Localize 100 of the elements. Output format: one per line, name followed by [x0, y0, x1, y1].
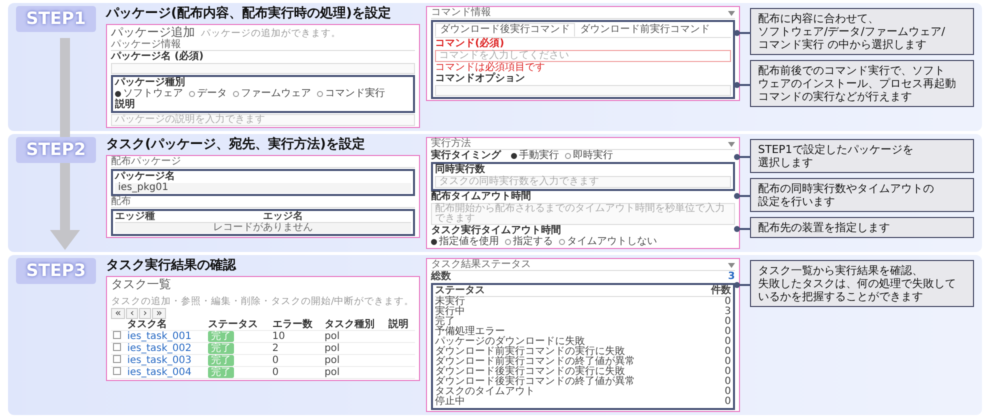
table-cell: 0	[724, 297, 731, 307]
table-cell: pol	[324, 330, 340, 342]
status-badge: 完了	[208, 342, 234, 354]
column-header: 説明	[386, 320, 415, 330]
field-label: 実行タイミング	[431, 151, 501, 161]
table-cell: 0	[724, 377, 731, 387]
table-cell: 0	[272, 354, 279, 366]
column-header: エッジ名	[263, 212, 304, 222]
step-title: パッケージ(配布内容、配布実行時の処理)を設定	[106, 6, 392, 22]
field-value: ies_pkg01	[115, 183, 411, 193]
table-cell: ダウンロード後実行コマンドの実行に失敗	[435, 367, 625, 377]
field-label: タスク実行タイムアウト時間	[431, 226, 562, 236]
field-label: 説明	[115, 100, 136, 110]
table-cell: 10	[272, 330, 285, 342]
field-label: パッケージ種別	[115, 78, 186, 88]
error-message: コマンドは必須項目です	[435, 63, 546, 73]
table-cell: pol	[324, 366, 340, 378]
pager-button[interactable]: »	[152, 308, 166, 319]
radio-option[interactable]: 指定値を使用	[431, 237, 499, 247]
table-cell: 0	[724, 317, 731, 327]
column-header: タスク種別	[322, 320, 386, 330]
page-subtitle: タスクの追加・参照・編集・削除・タスクの開始/中断ができます。	[111, 297, 414, 307]
table-cell: pol	[324, 342, 340, 354]
caret-icon[interactable]	[728, 142, 735, 146]
table-cell: 停止中	[435, 397, 465, 407]
radio-option[interactable]: 即時実行	[565, 151, 613, 161]
field-label: パッケージ名 (必須)	[111, 52, 205, 62]
column-header: エッジ種	[115, 212, 156, 222]
step-badge: STEP3	[16, 258, 96, 284]
checkbox[interactable]	[113, 367, 121, 375]
caret-icon[interactable]	[728, 262, 735, 268]
field-label: 配布タイムアウト時間	[431, 192, 532, 202]
table-cell: 0	[724, 387, 731, 397]
page-subtitle: パッケージの追加ができます。	[201, 29, 341, 39]
total-count: 3	[728, 272, 735, 282]
status-badge: 完了	[208, 366, 234, 378]
pager-button[interactable]: «	[111, 308, 126, 319]
table-cell: ダウンロード前実行コマンドの終了値が異常	[435, 357, 635, 367]
status-badge: 完了	[208, 330, 234, 342]
table-cell: タスクのタイムアウト	[435, 387, 535, 397]
table-cell: 0	[724, 347, 731, 357]
table-cell: pol	[324, 354, 340, 366]
page-title: パッケージ追加	[111, 26, 195, 39]
radio-option[interactable]: ファームウェア	[233, 89, 311, 99]
tab[interactable]: ダウンロード後実行コマンド	[435, 23, 575, 37]
step-title: タスク実行結果の確認	[106, 258, 238, 274]
table-cell: パッケージのダウンロードに失敗	[435, 337, 585, 347]
table-cell: 未実行	[435, 297, 465, 307]
panel-title: タスク結果ステータス	[431, 260, 531, 270]
panel-title: コマンド情報	[431, 8, 491, 18]
radio-option[interactable]: ソフトウェア	[115, 89, 183, 99]
table-cell: 0	[272, 366, 279, 378]
task-link[interactable]: ies_task_001	[127, 330, 192, 342]
table-cell: 予備処理エラー	[435, 327, 505, 337]
field-label: パッケージ名	[115, 172, 176, 182]
pager-button[interactable]: ›	[139, 308, 152, 319]
column-header: 件数	[711, 286, 731, 296]
column-header: エラー数	[270, 320, 322, 330]
table-cell: ダウンロード後実行コマンドの終了値が異常	[435, 377, 635, 387]
status-badge: 完了	[208, 354, 234, 366]
table-cell: 2	[272, 342, 279, 354]
input-field[interactable]	[111, 63, 415, 74]
table-cell: 完了	[435, 317, 455, 327]
radio-option[interactable]: データ	[189, 89, 227, 99]
step-badge: STEP1	[16, 6, 96, 32]
table-cell: 実行中	[435, 307, 465, 317]
section-title: 配布パッケージ	[111, 157, 415, 168]
table-cell: 0	[724, 357, 731, 367]
panel-title: 実行方法	[431, 139, 471, 149]
task-link[interactable]: ies_task_004	[127, 366, 192, 378]
table-cell: 0	[724, 337, 731, 347]
pager-button[interactable]: ‹	[126, 308, 138, 319]
step-title: タスク(パッケージ、宛先、実行方法)を設定	[106, 137, 366, 153]
column-header: ステータス	[435, 286, 485, 296]
field-label: 総数	[431, 272, 451, 282]
checkbox[interactable]	[113, 343, 121, 351]
step-badge: STEP2	[16, 137, 96, 163]
task-link[interactable]: ies_task_003	[127, 354, 192, 366]
field-label: コマンド(必須)	[435, 39, 506, 49]
caret-icon[interactable]	[728, 10, 735, 16]
tab[interactable]: ダウンロード前実行コマンド	[575, 23, 715, 37]
column-header: タスク名	[125, 320, 206, 330]
radio-option[interactable]: タイムアウトしない	[559, 237, 657, 247]
table-cell: 0	[724, 397, 731, 407]
field-label: 同時実行数	[435, 165, 486, 175]
section-title: パッケージ情報	[111, 40, 415, 51]
checkbox[interactable]	[113, 355, 121, 363]
input-field[interactable]	[435, 85, 731, 96]
checkbox[interactable]	[113, 331, 121, 339]
page-title: タスク一覧	[111, 278, 171, 291]
task-link[interactable]: ies_task_002	[127, 342, 192, 354]
section-title: 配布	[111, 197, 415, 208]
field-label: コマンドオプション	[435, 74, 526, 84]
table-cell: 3	[724, 307, 731, 317]
radio-option[interactable]: 指定する	[505, 237, 553, 247]
table-cell: ダウンロード前実行コマンドの実行に失敗	[435, 347, 625, 357]
table-cell: 0	[724, 327, 731, 337]
empty-message: レコードがありません	[115, 223, 411, 233]
radio-option[interactable]: 手動実行	[511, 151, 559, 161]
radio-option[interactable]: コマンド実行	[317, 89, 385, 99]
